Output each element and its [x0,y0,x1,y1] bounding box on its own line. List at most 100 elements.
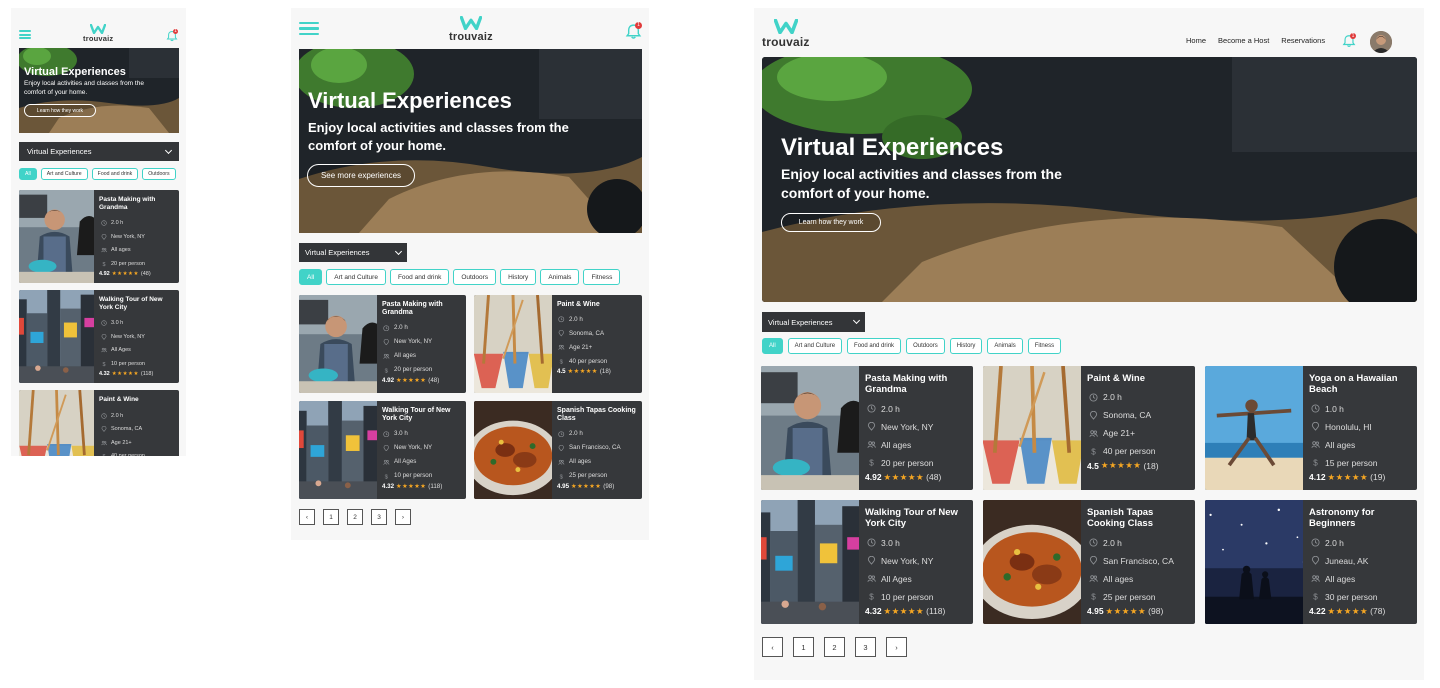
nav-home-link[interactable]: Home [1186,36,1206,45]
filter-chip[interactable]: Art and Culture [787,338,843,354]
filter-chip[interactable]: Outdoors [142,168,176,180]
nav-reservations-link[interactable]: Reservations [1281,36,1325,45]
page-1-button[interactable]: 1 [323,509,339,525]
filter-chip[interactable]: Food and drink [91,168,139,180]
experience-price-value: 10 per person [111,360,145,367]
experience-ages-value: All Ages [111,347,131,354]
filter-chip[interactable]: Fitness [583,269,621,285]
experience-card[interactable]: Walking Tour of New York City 3.0 h New Yo… [19,290,179,383]
filter-chip[interactable]: Outdoors [453,269,497,285]
page-2-button[interactable]: 2 [347,509,363,525]
hero-text: Virtual Experiences Enjoy local activiti… [781,134,1091,203]
svg-text:$: $ [385,474,389,479]
experience-card[interactable]: Yoga on a Hawaiian Beach 1.0 h Honolulu, H… [1205,366,1417,490]
page-1-button[interactable]: 1 [793,637,814,657]
logo[interactable]: trouvaiz [762,19,810,48]
filter-chip[interactable]: Art and Culture [40,168,88,180]
page-3-button[interactable]: 3 [855,637,876,657]
logo[interactable]: trouvaiz [83,24,113,43]
notification-badge: 1 [635,22,642,29]
see-more-button[interactable]: See more experiences [307,164,415,187]
experience-type-select[interactable]: Virtual Experiences [19,142,179,161]
experience-card[interactable]: Pasta Making with Grandma 2.0 h New York, … [19,190,179,283]
experience-card[interactable]: Spanish Tapas Cooking Class 2.0 h San Fran… [983,500,1195,624]
experience-card[interactable]: Spanish Tapas Cooking Class 2.0 h San Fran… [474,401,642,499]
star-rating-icon: ★★★★★ [111,270,139,277]
experience-card[interactable]: Pasta Making with Grandma 2.0 h New York, … [761,366,973,490]
experience-rating: 4.32 ★★★★★ (118) [382,483,461,490]
experience-location: San Francisco, CA [1087,552,1189,570]
experience-card[interactable]: Walking Tour of New York City 3.0 h New Yo… [299,401,466,499]
filter-chip[interactable]: Outdoors [906,338,945,354]
experience-card[interactable]: Astronomy for Beginners 2.0 h Juneau, AK Al… [1205,500,1417,624]
experience-duration-value: 2.0 h [111,220,124,227]
experience-card[interactable]: Paint & Wine 2.0 h Sonoma, CA Age 21+ $40 pe… [983,366,1195,490]
filter-chip[interactable]: Food and drink [389,269,450,285]
filter-chip[interactable]: History [500,269,537,285]
experience-title: Pasta Making with Grandma [99,196,156,211]
notification-bell-icon[interactable]: 1 [166,29,178,42]
experience-card[interactable]: Paint & Wine 2.0 h Sonoma, CA Age 21+ $40 pe… [474,295,642,393]
experience-location: San Francisco, CA [557,441,637,455]
prev-page-button[interactable]: ‹ [299,509,315,525]
experience-location: New York, NY [382,335,461,349]
experience-card[interactable]: Paint & Wine 2.0 h Sonoma, CA Age 21+ $40 pe… [19,390,179,456]
experience-type-select[interactable]: Virtual Experiences [299,243,407,262]
pin-icon [1087,410,1099,420]
experience-type-select[interactable]: Virtual Experiences [762,312,865,332]
experience-price: $10 per person [99,357,174,371]
experience-ages-value: Age 21+ [111,439,132,446]
filter-chip[interactable]: All [299,269,323,285]
filter-chip[interactable]: All [19,168,37,180]
experience-photo [19,190,94,283]
clock-icon [1087,538,1099,547]
experience-price: $20 per person [382,363,461,377]
filter-chip[interactable]: History [949,338,983,354]
prev-page-button[interactable]: ‹ [762,637,783,657]
next-page-button[interactable]: › [886,637,907,657]
experience-photo [983,500,1081,624]
filter-chip[interactable]: Fitness [1027,338,1062,354]
logo-wordmark: trouvaiz [83,34,114,43]
notification-bell-icon[interactable]: 1 [625,22,642,40]
experience-duration: 2.0 h [382,321,461,335]
dollar-icon: $ [557,473,566,479]
nav-become-host-link[interactable]: Become a Host [1218,36,1269,45]
hero-subtitle: Enjoy local activities and classes from … [781,166,1062,202]
hero-title: Virtual Experiences [308,88,512,113]
logo[interactable]: trouvaiz [449,16,493,43]
select-value: Virtual Experiences [27,147,92,156]
people-icon [1309,440,1321,449]
filter-chip[interactable]: Art and Culture [326,269,386,285]
notification-bell-icon[interactable]: 1 [1342,33,1356,48]
filter-chip[interactable]: All [762,338,783,354]
svg-text:$: $ [1091,593,1096,601]
user-avatar[interactable] [1370,31,1392,53]
experience-photo [474,295,552,393]
filter-chip[interactable]: Animals [987,338,1023,354]
experience-price-value: 25 per person [569,472,608,480]
star-rating-icon: ★★★★★ [111,370,139,377]
experience-location: New York, NY [99,230,174,244]
hamburger-menu-icon[interactable] [299,22,319,35]
hamburger-menu-icon[interactable] [19,30,31,39]
experience-details: Pasta Making with Grandma 2.0 h New York, … [94,190,179,283]
page-3-button[interactable]: 3 [371,509,387,525]
dollar-icon: $ [1087,592,1099,601]
next-page-button[interactable]: › [395,509,411,525]
experience-price: $10 per person [382,469,461,483]
learn-how-button[interactable]: Learn how they work [781,213,881,232]
rating-value: 4.92 [865,472,882,483]
page-2-button[interactable]: 2 [824,637,845,657]
experience-card[interactable]: Walking Tour of New York City 3.0 h New Yo… [761,500,973,624]
learn-how-button[interactable]: Learn how they work [24,104,96,117]
experience-ages: All Ages [865,570,967,588]
experience-price-value: 20 per person [394,366,433,374]
experience-card[interactable]: Pasta Making with Grandma 2.0 h New York, … [299,295,466,393]
chevron-down-icon [164,146,173,154]
experience-price: $25 per person [1087,588,1189,606]
svg-text:$: $ [385,368,389,373]
filter-chip[interactable]: Food and drink [847,338,902,354]
filter-chip[interactable]: Animals [540,269,580,285]
experience-duration: 1.0 h [1309,400,1411,418]
